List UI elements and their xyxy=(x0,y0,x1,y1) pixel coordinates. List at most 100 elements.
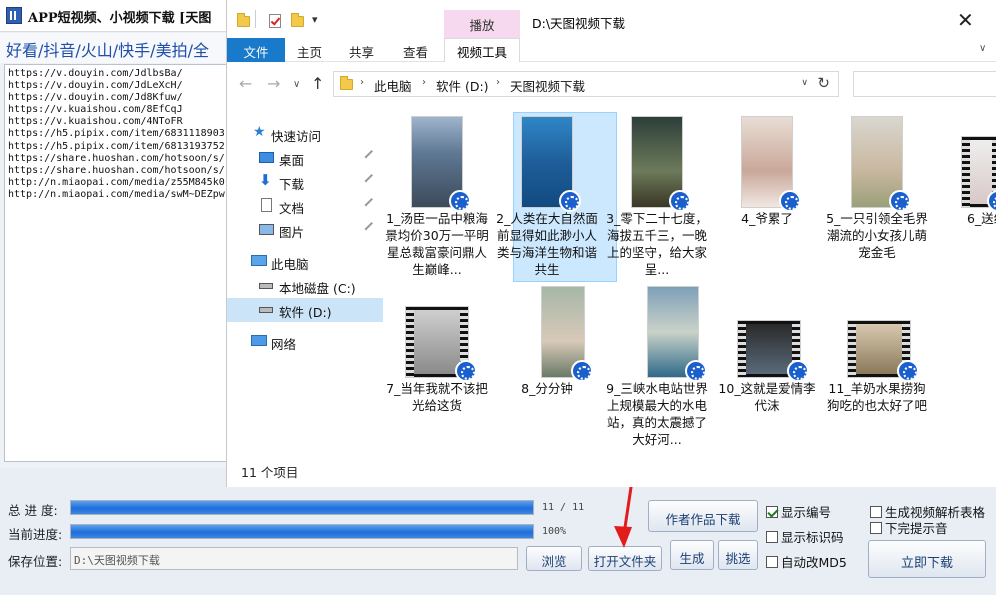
url-line: https://v.kuaishou.com/8EfCqJ xyxy=(8,104,183,116)
ribbon-expand-icon[interactable]: ∨ xyxy=(979,43,986,54)
nav-quick-access[interactable]: ★ 快速访问 xyxy=(227,122,383,146)
file-name: 5_一只引领全毛界潮流的小女孩儿萌宠金毛 xyxy=(826,211,928,260)
sound-label: 下完提示音 xyxy=(885,521,948,536)
file-name: 8_分分钟 xyxy=(521,381,573,396)
recent-locations-icon[interactable]: ∨ xyxy=(293,79,300,90)
customize-toolbar-icon[interactable]: ▾ xyxy=(312,13,318,26)
pin-icon[interactable] xyxy=(364,173,377,187)
breadcrumb-this-pc[interactable]: 此电脑 xyxy=(374,76,412,95)
file-name: 9_三峡水电站世界上规模最大的水电站，真的太震撼了大好河... xyxy=(606,381,708,447)
video-player-badge-icon xyxy=(559,190,581,212)
file-name: 1_汤臣一品中粮海景均价30万一平明星总裁富豪问鼎人生巅峰... xyxy=(385,211,489,277)
nav-this-pc[interactable]: 此电脑 xyxy=(227,250,383,274)
current-progress-bar xyxy=(70,524,534,539)
pin-icon[interactable] xyxy=(364,149,377,163)
explorer-window: ▾ 播放 D:\天图视频下载 ✕ 文件 主页 共享 查看 视频工具 ∨ ← → … xyxy=(226,0,996,487)
nav-network[interactable]: 网络 xyxy=(227,330,383,354)
author-works-download-button[interactable]: 作者作品下载 xyxy=(648,500,758,532)
browse-button[interactable]: 浏览 xyxy=(526,546,582,571)
total-progress-fill xyxy=(71,501,533,514)
url-textarea[interactable]: https://v.douyin.com/JdlbsBa/https://v.d… xyxy=(4,64,228,462)
nav-documents[interactable]: 文档 xyxy=(227,194,383,218)
file-name: 3_零下二十七度，海拔五千三，一晚上的坚守，给大家呈... xyxy=(606,211,708,277)
url-line: https://h5.pipix.com/item/6831118903 xyxy=(8,128,225,140)
gen-table-check-icon xyxy=(870,505,882,518)
file-name: 10_这就是爱情李代沫 xyxy=(718,381,816,413)
url-list: https://v.douyin.com/JdlbsBa/https://v.d… xyxy=(5,65,227,201)
video-frame xyxy=(746,324,792,374)
computer-icon xyxy=(251,255,267,266)
breadcrumb-separator-icon[interactable]: › xyxy=(360,77,364,88)
refresh-icon[interactable]: ↻ xyxy=(817,74,830,92)
auto-md5-checkbox[interactable]: 自动改MD5 xyxy=(766,552,847,571)
navigation-pane: ★ 快速访问 桌面 ⬇ 下载 文档 图片 此电脑 本地磁盘 (C:) 软件 (D… xyxy=(227,112,383,452)
video-player-badge-icon xyxy=(571,360,593,382)
tab-share[interactable]: 共享 xyxy=(349,42,374,61)
app-title: APP短视频、小视频下载 [天图 xyxy=(28,11,212,26)
nav-label: 文档 xyxy=(279,201,305,216)
nav-desktop[interactable]: 桌面 xyxy=(227,146,383,170)
back-icon[interactable]: ← xyxy=(239,74,252,93)
tab-video-tools[interactable]: 视频工具 xyxy=(444,38,520,62)
show-number-check-icon xyxy=(766,505,778,518)
download-now-button[interactable]: 立即下载 xyxy=(868,540,986,578)
url-line: https://v.douyin.com/JdlbsBa/ xyxy=(8,68,183,79)
file-name: 4_爷累了 xyxy=(741,211,793,226)
breadcrumb-separator-icon[interactable]: › xyxy=(422,77,426,88)
app-title-bar: APP短视频、小视频下载 [天图 xyxy=(0,0,230,32)
url-line: https://v.douyin.com/Jd8Kfuw/ xyxy=(8,92,183,104)
url-line: http://n.miaopai.com/media/swM~DEZpw xyxy=(8,188,225,200)
sound-checkbox[interactable]: 下完提示音 xyxy=(870,518,948,537)
nav-downloads[interactable]: ⬇ 下载 xyxy=(227,170,383,194)
sound-check-icon xyxy=(870,521,882,534)
document-icon xyxy=(261,198,272,212)
show-number-checkbox[interactable]: 显示编号 xyxy=(766,502,831,521)
nav-drive-d[interactable]: 软件 (D:) xyxy=(227,298,383,322)
pin-icon[interactable] xyxy=(364,197,377,211)
save-path-field[interactable]: D:\天图视频下载 xyxy=(70,547,518,570)
quick-access-toolbar: ▾ 播放 D:\天图视频下载 ✕ xyxy=(227,0,996,38)
breadcrumb-drive-d[interactable]: 软件 (D:) xyxy=(436,76,489,95)
breadcrumb-separator-icon[interactable]: › xyxy=(496,77,500,88)
forward-icon[interactable]: → xyxy=(267,74,280,93)
video-player-badge-icon xyxy=(669,190,691,212)
search-input[interactable] xyxy=(853,71,996,97)
video-player-badge-icon xyxy=(685,360,707,382)
navigation-bar: ← → ∨ ↑ › 此电脑 › 软件 (D:) › 天图视频下载 ∨ ↻ xyxy=(227,68,996,100)
tab-home[interactable]: 主页 xyxy=(297,42,322,61)
properties-icon[interactable] xyxy=(269,14,281,28)
ribbon-tabs: 文件 主页 共享 查看 视频工具 ∨ xyxy=(227,38,996,62)
nav-label: 下载 xyxy=(279,177,305,192)
pick-button[interactable]: 挑选 xyxy=(718,540,758,570)
up-icon[interactable]: ↑ xyxy=(311,74,324,93)
address-bar[interactable]: › 此电脑 › 软件 (D:) › 天图视频下载 ∨ ↻ xyxy=(333,71,839,97)
breadcrumb-folder[interactable]: 天图视频下载 xyxy=(510,76,585,95)
url-line: https://v.kuaishou.com/4NToFR xyxy=(8,116,183,128)
address-dropdown-icon[interactable]: ∨ xyxy=(801,78,808,88)
play-context-tab[interactable]: 播放 xyxy=(444,10,520,38)
show-id-checkbox[interactable]: 显示标识码 xyxy=(766,527,844,546)
nav-drive-c[interactable]: 本地磁盘 (C:) xyxy=(227,274,383,298)
video-player-badge-icon xyxy=(779,190,801,212)
app-logo-icon xyxy=(6,7,22,24)
url-line: https://share.huoshan.com/hotsoon/s/ xyxy=(8,164,225,176)
auto-md5-check-icon xyxy=(766,555,778,568)
video-player-badge-icon xyxy=(987,190,996,212)
nav-label: 软件 (D:) xyxy=(279,305,332,320)
nav-pictures[interactable]: 图片 xyxy=(227,218,383,242)
new-folder-icon[interactable] xyxy=(291,13,304,27)
nav-label: 桌面 xyxy=(279,153,305,168)
generate-button[interactable]: 生成 xyxy=(670,540,714,570)
show-id-check-icon xyxy=(766,530,778,543)
pin-icon[interactable] xyxy=(364,221,377,235)
tab-view[interactable]: 查看 xyxy=(403,42,428,61)
total-progress-bar xyxy=(70,500,534,515)
save-location-label: 保存位置: xyxy=(8,554,63,569)
drive-icon xyxy=(259,307,273,313)
nav-label: 本地磁盘 (C:) xyxy=(279,281,356,296)
platform-banner: 好看/抖音/火山/快手/美拍/全 xyxy=(0,33,230,63)
tab-file[interactable]: 文件 xyxy=(227,38,285,62)
close-icon[interactable]: ✕ xyxy=(957,8,974,32)
url-line: http://n.miaopai.com/media/z55M845k0 xyxy=(8,176,225,188)
file-name: 6_送给 xyxy=(967,211,996,226)
